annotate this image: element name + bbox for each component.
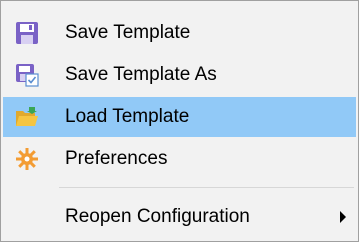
menu-item-reopen-configuration[interactable]: Reopen Configuration [3,197,356,237]
menu-item-label: Reopen Configuration [65,206,250,227]
menu-separator [59,187,354,188]
menu-item-label: Save Template As [65,64,217,85]
menu-item-label: Load Template [65,106,190,127]
menu-item-save-template-as[interactable]: Save Template As [3,55,356,95]
save-icon [15,21,39,45]
chevron-right-icon [340,211,346,223]
save-as-icon [15,63,39,87]
menu-item-label: Save Template [65,22,191,43]
context-menu: Save Template Save Template As Load Temp… [0,0,359,242]
menu-item-save-template[interactable]: Save Template [3,13,356,53]
menu-item-label: Preferences [65,148,168,169]
menu-item-load-template[interactable]: Load Template [3,97,356,137]
menu-item-preferences[interactable]: Preferences [3,139,356,179]
gear-icon [15,147,39,171]
folder-open-icon [15,105,39,129]
